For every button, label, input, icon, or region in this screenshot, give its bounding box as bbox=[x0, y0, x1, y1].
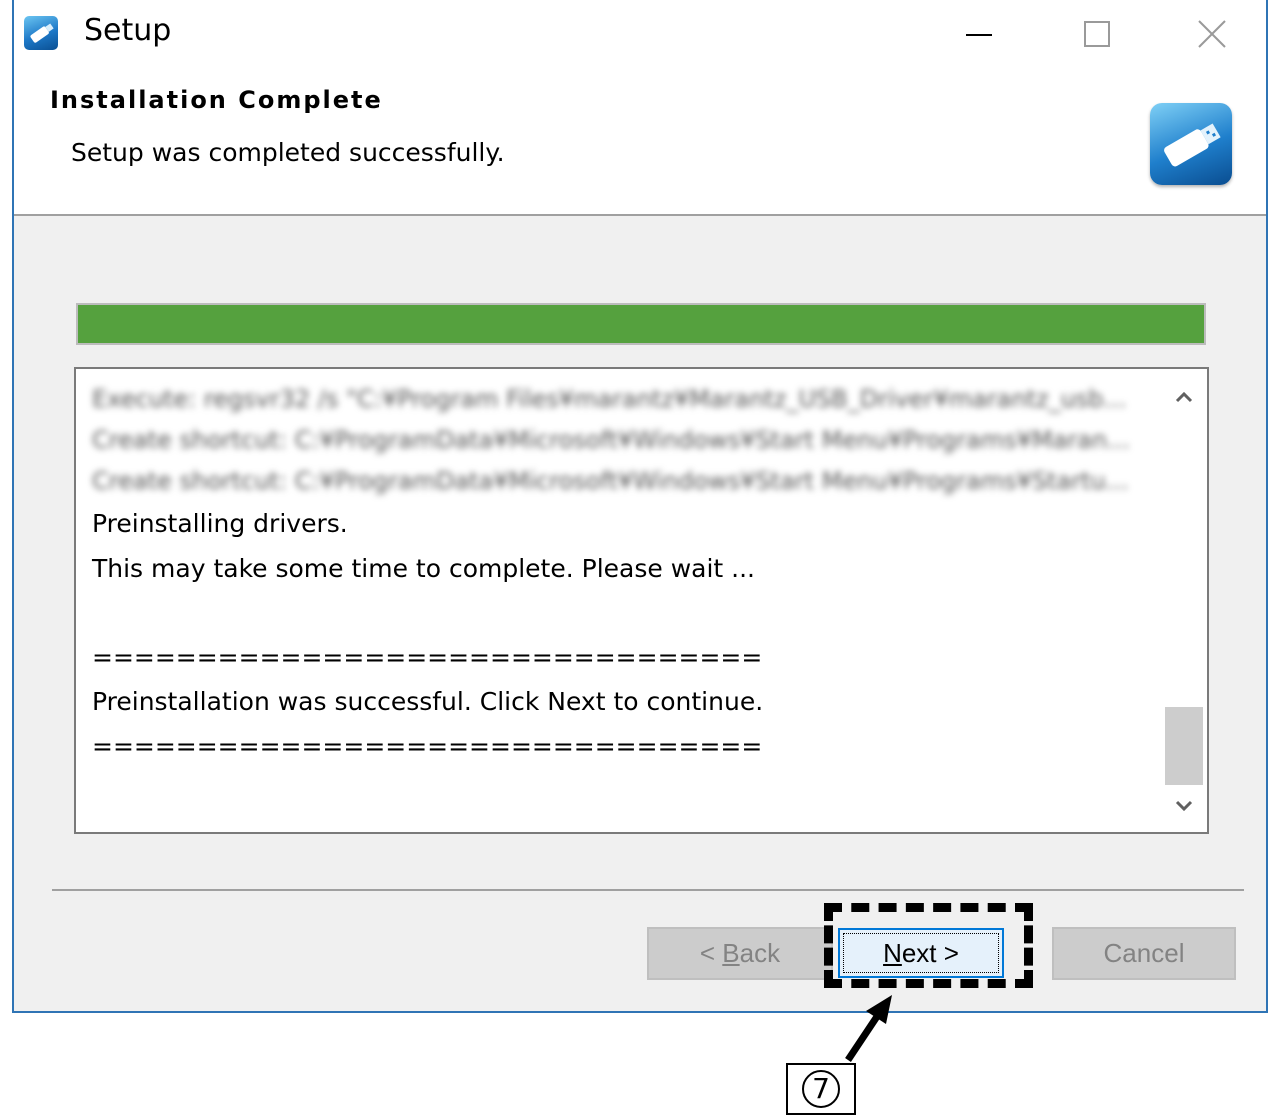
back-button[interactable]: < Back bbox=[647, 927, 833, 980]
maximize-button[interactable] bbox=[1062, 8, 1132, 60]
minimize-button[interactable] bbox=[944, 8, 1014, 60]
window-title: Setup bbox=[84, 13, 172, 48]
minimize-icon bbox=[966, 34, 992, 36]
log-blank-line bbox=[92, 591, 1152, 636]
log-scrollbar[interactable] bbox=[1165, 377, 1203, 827]
wizard-header: Installation Complete Setup was complete… bbox=[14, 68, 1266, 216]
footer-divider bbox=[52, 889, 1244, 891]
log-line: Preinstallation was successful. Click Ne… bbox=[92, 687, 764, 716]
log-line-blurred: Create shortcut: C:¥ProgramData¥Microsof… bbox=[92, 467, 1129, 495]
progress-bar bbox=[76, 303, 1206, 345]
step-number: 7 bbox=[802, 1070, 840, 1108]
step-callout: 7 bbox=[786, 1063, 856, 1115]
title-bar[interactable]: Setup bbox=[14, 0, 1266, 68]
log-separator: ================================ bbox=[92, 731, 763, 761]
chevron-down-icon bbox=[1175, 800, 1193, 812]
page-subtitle: Setup was completed successfully. bbox=[71, 138, 505, 167]
maximize-icon bbox=[1084, 21, 1110, 47]
log-line: This may take some time to complete. Ple… bbox=[92, 553, 756, 583]
log-line: Preinstalling drivers. bbox=[92, 509, 348, 538]
progress-fill bbox=[78, 305, 1204, 343]
usb-drive-icon bbox=[1150, 103, 1232, 185]
log-line-blurred: Create shortcut: C:¥ProgramData¥Microsof… bbox=[92, 426, 1130, 454]
chevron-up-icon bbox=[1175, 391, 1193, 403]
next-button-highlight bbox=[824, 903, 1033, 988]
log-line-blurred: Execute: regsvr32 /s "C:¥Program Files¥m… bbox=[92, 385, 1127, 413]
scroll-thumb[interactable] bbox=[1165, 707, 1203, 785]
log-lines: Execute: regsvr32 /s "C:¥Program Files¥m… bbox=[92, 379, 1152, 769]
back-accelerator: B bbox=[722, 938, 740, 968]
back-prefix: < bbox=[699, 938, 723, 968]
scroll-up-button[interactable] bbox=[1165, 379, 1203, 417]
close-button[interactable] bbox=[1177, 8, 1247, 60]
back-label-rest: ack bbox=[739, 938, 781, 968]
cancel-button[interactable]: Cancel bbox=[1052, 927, 1236, 980]
page-title: Installation Complete bbox=[50, 86, 383, 114]
setup-window: Setup Installation Complete Setup was co… bbox=[12, 0, 1268, 1013]
close-icon bbox=[1198, 20, 1226, 48]
scroll-down-button[interactable] bbox=[1165, 787, 1203, 825]
usb-app-icon bbox=[24, 16, 58, 50]
log-separator: ================================ bbox=[92, 642, 763, 672]
install-log[interactable]: Execute: regsvr32 /s "C:¥Program Files¥m… bbox=[74, 367, 1209, 834]
